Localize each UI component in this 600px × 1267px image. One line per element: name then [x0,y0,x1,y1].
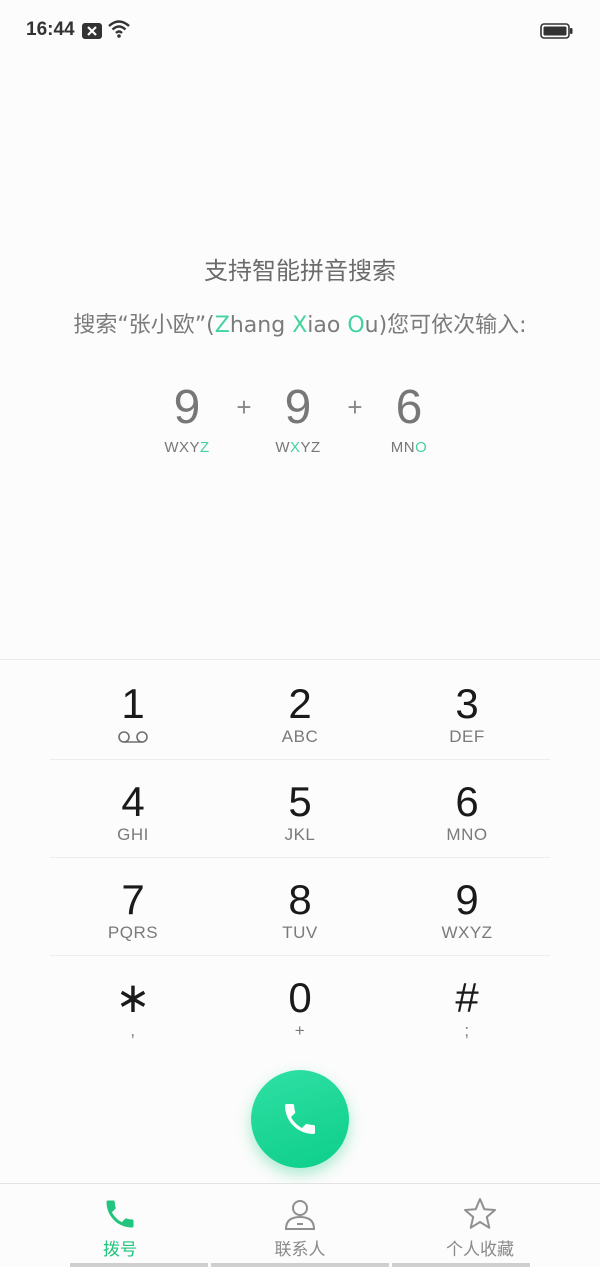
tab-underline [70,1263,530,1267]
wifi-icon [108,20,130,38]
tab-contacts[interactable]: 联系人 [200,1184,400,1267]
tab-favorites-label: 个人收藏 [446,1240,514,1260]
hint-letter-z: Z [214,313,230,338]
key-6[interactable]: 6 MNO [384,760,550,858]
tab-dial[interactable]: 拨号 [20,1184,220,1267]
key-digit: 4 [121,778,145,825]
keypad-row: ∗ , 0 + # ; [50,956,550,1054]
key-digit: 0 [288,974,312,1021]
key-1[interactable]: 1 [50,662,216,760]
example-letters: WXYZ [275,439,321,456]
key-digit: 5 [288,778,312,825]
hint-title: 支持智能拼音搜索 [204,257,396,285]
example-digit: 9 [173,381,201,434]
key-letters: , [130,1021,136,1040]
key-digit: 9 [455,876,479,923]
key-letters: ; [464,1021,470,1040]
keypad-divider [0,659,600,660]
hint-prefix: 搜索“张小欧”( [73,313,215,338]
key-digit: 6 [455,778,479,825]
keypad-row: 4 GHI 5 JKL 6 MNO [50,760,550,858]
example-letters: WXYZ [164,439,210,456]
dial-keypad: 1 2 ABC 3 DEF 4 GHI 5 JKL 6 MNO 7 PQRS 8… [50,662,550,1054]
dialer-screen: 16:44 支持智能拼音搜索 搜索“张小欧”(Zhang Xiao Ou)您可依… [0,0,600,1267]
hint-u: u [364,313,379,338]
key-digit: 7 [121,876,145,923]
key-0[interactable]: 0 + [217,956,383,1054]
key-hash[interactable]: # ; [384,956,550,1054]
key-5[interactable]: 5 JKL [217,760,383,858]
key-letters: + [294,1021,306,1040]
status-time: 16:44 [26,19,75,40]
pinyin-example: 9 WXYZ + 9 WXYZ + 6 MNO [0,380,600,470]
hint-hang: hang [229,313,293,338]
key-digit: ∗ [115,974,151,1021]
key-star[interactable]: ∗ , [50,956,216,1054]
voicemail-icon [118,731,148,743]
battery-icon [540,23,573,39]
status-bar: 16:44 [0,0,600,62]
key-letters: TUV [282,923,318,942]
hint-letter-o: O [347,313,365,338]
tab-dial-label: 拨号 [103,1240,137,1260]
bottom-tab-bar: 拨号 联系人 个人收藏 [0,1183,600,1267]
key-letters: GHI [117,825,149,844]
key-8[interactable]: 8 TUV [217,858,383,956]
key-letters: JKL [284,825,316,844]
key-digit: # [455,974,479,1021]
key-digit: 3 [455,680,479,727]
keypad-row: 1 2 ABC 3 DEF [50,662,550,760]
key-3[interactable]: 3 DEF [384,662,550,760]
key-letters: DEF [449,727,485,746]
tab-contacts-label: 联系人 [274,1240,326,1260]
hint-letter-x: X [292,313,308,338]
key-letters: MNO [446,825,488,844]
hint-instruction: 搜索“张小欧”(Zhang Xiao Ou)您可依次输入: [0,307,600,339]
phone-icon [106,1200,134,1228]
key-9[interactable]: 9 WXYZ [384,858,550,956]
key-digit: 2 [288,680,312,727]
example-letters: MNO [390,439,428,456]
call-button[interactable] [251,1070,349,1168]
key-7[interactable]: 7 PQRS [50,858,216,956]
notification-x-icon [82,23,102,39]
person-icon [284,1200,316,1230]
hint-suffix: )您可依次输入: [378,313,527,338]
key-letters: PQRS [107,923,159,942]
key-4[interactable]: 4 GHI [50,760,216,858]
keypad-row: 7 PQRS 8 TUV 9 WXYZ [50,858,550,956]
key-2[interactable]: 2 ABC [217,662,383,760]
example-digit: 6 [395,381,423,434]
hint-iao: iao [307,313,348,338]
key-letters: WXYZ [441,923,493,942]
tab-favorites[interactable]: 个人收藏 [380,1184,580,1267]
key-digit: 8 [288,876,312,923]
star-icon [464,1198,496,1229]
key-digit: 1 [121,680,145,727]
key-letters: ABC [281,727,319,746]
example-digit: 9 [284,381,312,434]
phone-icon [285,1104,315,1134]
